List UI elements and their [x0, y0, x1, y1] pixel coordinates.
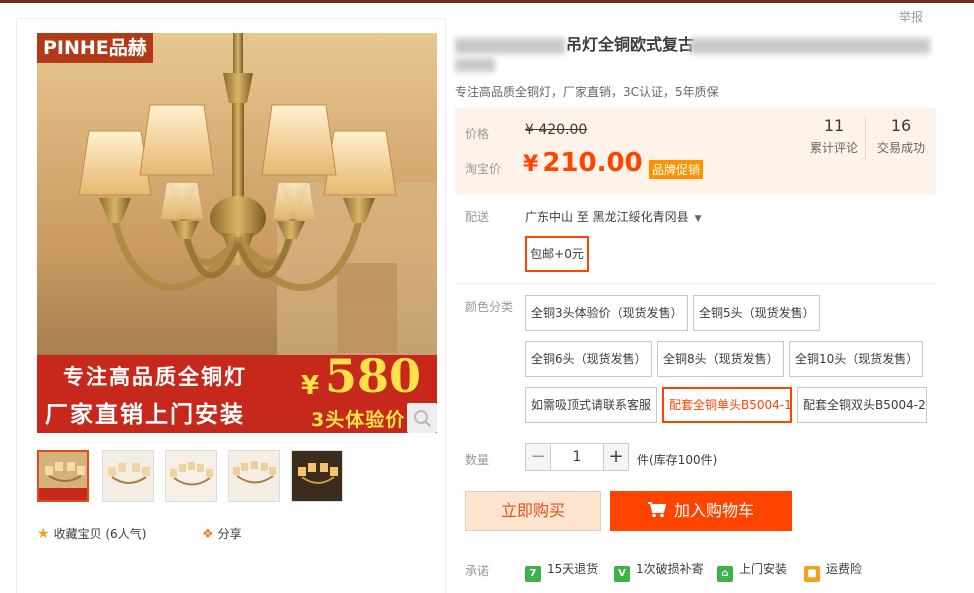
shipping-route-text: 广东中山 至 黑龙江绥化青冈县 — [525, 210, 689, 224]
promise-damage-text: 1次破损补寄 — [636, 562, 704, 576]
sales-count: 16 — [890, 116, 912, 135]
thumbnail-5[interactable] — [291, 450, 343, 502]
add-to-cart-label: 加入购物车 — [673, 501, 754, 520]
option-5[interactable]: 如需吸顶式请联系客服 — [525, 387, 657, 423]
promise-insurance-text: 运费险 — [826, 562, 863, 576]
option-4[interactable]: 全铜10头（现货发售） — [789, 341, 923, 377]
orig-price: ¥ 420.00 — [525, 122, 588, 138]
option-1[interactable]: 全铜5头（现货发售） — [693, 295, 820, 331]
now-price: ¥210.00 — [523, 148, 643, 178]
caret-down-icon: ▼ — [694, 214, 702, 224]
sales-label: 交易成功 — [876, 141, 925, 155]
promise-return-text: 15天退货 — [547, 562, 599, 576]
divider — [455, 283, 936, 284]
color-category-label: 颜色分类 — [465, 300, 514, 314]
option-3[interactable]: 全铜8头（现货发售） — [657, 341, 784, 377]
banner-price: 580 — [325, 349, 422, 403]
favorite-button[interactable]: ★ 收藏宝贝 (6人气) — [37, 525, 146, 542]
promise-install[interactable]: ⌂ 上门安装 — [717, 560, 787, 582]
quantity-increment-button[interactable]: + — [603, 443, 629, 471]
banner-line-1: 专注高品质全铜灯 — [63, 365, 247, 389]
favorite-label: 收藏宝贝 (6人气) — [53, 527, 147, 541]
now-price-label: 淘宝价 — [465, 162, 502, 176]
reviews-label: 累计评论 — [809, 141, 858, 155]
promise-damage[interactable]: V 1次破损补寄 — [614, 560, 704, 582]
promo-tag: 品牌促销 — [649, 160, 704, 179]
option-0[interactable]: 全铜3头体验价（现货发售） — [525, 295, 688, 331]
add-to-cart-button[interactable]: 加入购物车 — [610, 491, 792, 531]
thumbnail-2[interactable] — [102, 450, 154, 502]
share-icon: ❖ — [202, 527, 214, 542]
free-shipping-option[interactable]: 包邮+0元 — [525, 236, 589, 272]
banner-line-2: 厂家直销上门安装 — [45, 402, 245, 428]
top-border — [0, 0, 974, 3]
title-redacted-2 — [690, 38, 930, 54]
promise-return[interactable]: 7 15天退货 — [525, 560, 598, 582]
cart-icon — [647, 493, 667, 533]
thumbnail-1[interactable] — [37, 450, 89, 502]
banner-price-yen: ¥ — [301, 371, 320, 401]
quantity-decrement-button[interactable]: − — [525, 443, 551, 471]
buy-now-button[interactable]: 立即购买 — [465, 491, 601, 531]
reviews-stat[interactable]: 11 累计评论 — [807, 116, 861, 156]
star-icon: ★ — [37, 526, 50, 542]
thumbnail-4[interactable] — [228, 450, 280, 502]
reviews-count: 11 — [823, 116, 845, 135]
share-button[interactable]: ❖ 分享 — [202, 525, 242, 542]
magnifier-icon[interactable] — [407, 403, 437, 433]
return-icon: 7 — [525, 566, 541, 582]
thumbnail-strip — [37, 450, 357, 502]
orig-price-label: 价格 — [465, 127, 490, 141]
main-product-image[interactable]: PINHE品赫 专注高品质全铜灯 厂家直销上门安装 ¥ 580 3头体验价 — [37, 33, 437, 433]
install-icon: ⌂ — [717, 566, 733, 582]
banner-price-sub: 3头体验价 — [311, 409, 406, 431]
damage-icon: V — [614, 566, 630, 582]
report-link[interactable]: 举报 — [899, 8, 923, 25]
now-price-value: 210.00 — [542, 148, 643, 178]
promise-label: 承诺 — [465, 564, 490, 578]
option-7[interactable]: 配套全铜双头B5004-2 — [797, 387, 927, 423]
option-2[interactable]: 全铜6头（现货发售） — [525, 341, 652, 377]
title-redacted-1 — [455, 38, 565, 54]
promise-install-text: 上门安装 — [739, 562, 788, 576]
sales-stat: 16 交易成功 — [873, 116, 929, 156]
quantity-label: 数量 — [465, 453, 490, 467]
quantity-input[interactable] — [551, 443, 603, 471]
title-redacted-3 — [455, 58, 495, 72]
insurance-icon: ■ — [804, 566, 820, 582]
promise-insurance[interactable]: ■ 运费险 — [804, 560, 862, 582]
product-subtitle: 专注高品质全铜灯，厂家直销，3C认证，5年质保 — [455, 85, 719, 99]
share-label: 分享 — [217, 527, 242, 541]
shipping-route[interactable]: 广东中山 至 黑龙江绥化青冈县 ▼ — [525, 208, 702, 225]
shipping-label: 配送 — [465, 210, 490, 224]
stat-divider — [865, 116, 866, 160]
brand-logo: PINHE品赫 — [37, 33, 153, 63]
stock-info: 件(库存100件) — [637, 453, 718, 467]
option-6-selected[interactable]: 配套全铜单头B5004-1 — [662, 387, 792, 423]
now-price-yen: ¥ — [523, 152, 539, 177]
price-box: 价格 ¥ 420.00 淘宝价 ¥210.00 品牌促销 11 累计评论 16 … — [455, 108, 936, 195]
thumbnail-3[interactable] — [165, 450, 217, 502]
